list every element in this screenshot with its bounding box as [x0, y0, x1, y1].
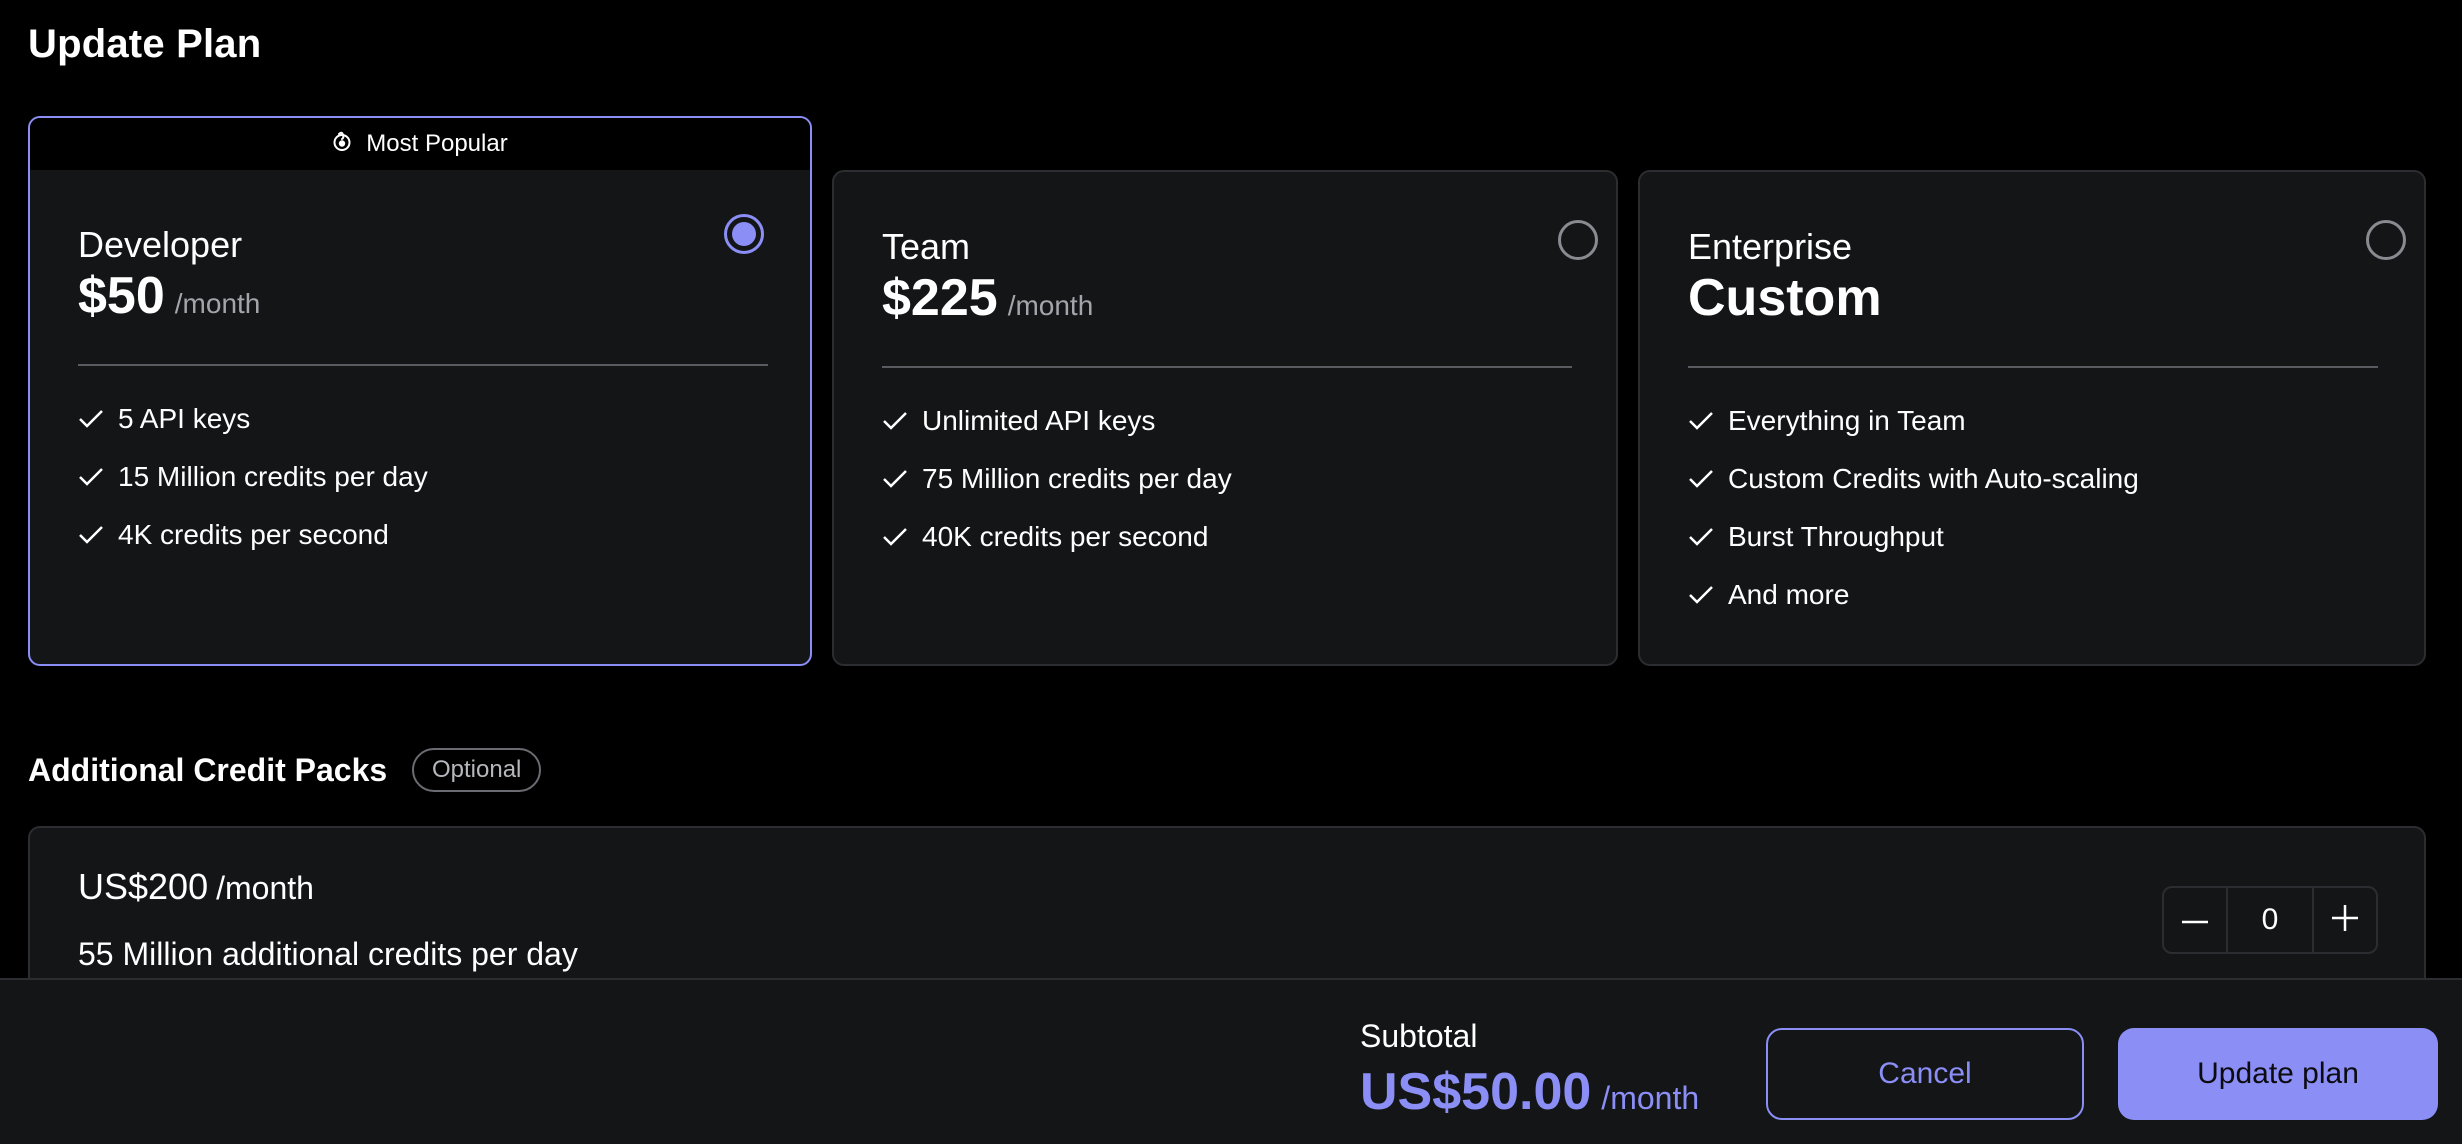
plan-radio-developer[interactable]	[724, 214, 764, 254]
pack-price: US$200	[78, 866, 209, 907]
plan-cards: Most Popular Developer $50 /month 5 API …	[28, 116, 2426, 666]
check-icon	[882, 527, 922, 547]
divider	[882, 366, 1572, 368]
cancel-button[interactable]: Cancel	[1766, 1028, 2084, 1120]
check-icon	[1688, 469, 1728, 489]
feature-item: 75 Million credits per day	[882, 450, 1232, 508]
divider	[78, 364, 768, 366]
feature-item: And more	[1688, 566, 2139, 624]
feature-item: 4K credits per second	[78, 506, 428, 564]
subtotal-label: Subtotal	[1360, 1018, 1478, 1054]
increment-button[interactable]	[2314, 888, 2376, 952]
footer-bar: Subtotal US$50.00 /month Cancel Update p…	[0, 978, 2462, 1144]
check-icon	[78, 525, 118, 545]
decrement-button[interactable]	[2164, 888, 2226, 952]
update-plan-button[interactable]: Update plan	[2118, 1028, 2438, 1120]
pack-period: /month	[216, 870, 314, 906]
plan-period: /month	[174, 288, 261, 319]
additional-credit-packs-title: Additional Credit Packs	[28, 752, 388, 788]
check-icon	[78, 467, 118, 487]
plan-radio-enterprise[interactable]	[2366, 220, 2406, 260]
divider	[1688, 366, 2378, 368]
pack-price-row: US$200 /month	[78, 866, 314, 908]
feature-list: Everything in Team Custom Credits with A…	[1688, 392, 2139, 624]
feature-list: Unlimited API keys 75 Million credits pe…	[882, 392, 1232, 566]
flame-icon	[332, 130, 352, 159]
feature-item: Everything in Team	[1688, 392, 2139, 450]
plan-name: Team	[882, 226, 971, 267]
plan-price-row: $50 /month	[78, 266, 260, 326]
plan-price: Custom	[1688, 269, 1882, 327]
check-icon	[882, 411, 922, 431]
subtotal-row: US$50.00 /month	[1360, 1062, 1699, 1122]
plan-price-row: Custom	[1688, 268, 1882, 328]
plan-card-developer[interactable]: Most Popular Developer $50 /month 5 API …	[28, 116, 812, 666]
feature-item: 40K credits per second	[882, 508, 1232, 566]
plan-name: Enterprise	[1688, 226, 1853, 267]
plan-price-row: $225 /month	[882, 268, 1093, 328]
most-popular-label: Most Popular	[366, 130, 508, 157]
optional-badge: Optional	[412, 748, 542, 792]
check-icon	[882, 469, 922, 489]
feature-item: Custom Credits with Auto-scaling	[1688, 450, 2139, 508]
quantity-input[interactable]: 0	[2226, 888, 2314, 952]
feature-list: 5 API keys 15 Million credits per day 4K…	[78, 390, 428, 564]
subtotal-amount: US$50.00	[1360, 1063, 1592, 1121]
plan-card-team[interactable]: Team $225 /month Unlimited API keys 75 M…	[832, 170, 1618, 666]
feature-item: Burst Throughput	[1688, 508, 2139, 566]
plan-card-enterprise[interactable]: Enterprise Custom Everything in Team Cus…	[1638, 170, 2426, 666]
plan-period: /month	[1007, 290, 1094, 321]
feature-item: 15 Million credits per day	[78, 448, 428, 506]
plus-icon	[2332, 904, 2358, 936]
feature-item: Unlimited API keys	[882, 392, 1232, 450]
quantity-stepper: 0	[2162, 886, 2378, 954]
minus-icon	[2182, 911, 2208, 929]
pack-description: 55 Million additional credits per day	[78, 936, 578, 972]
most-popular-banner: Most Popular	[30, 118, 810, 170]
plan-radio-team[interactable]	[1558, 220, 1598, 260]
check-icon	[1688, 585, 1728, 605]
plan-name: Developer	[78, 224, 243, 265]
check-icon	[1688, 527, 1728, 547]
feature-item: 5 API keys	[78, 390, 428, 448]
page-title: Update Plan	[28, 22, 262, 66]
plan-price: $50	[78, 267, 165, 325]
subtotal-period: /month	[1601, 1080, 1700, 1116]
check-icon	[78, 409, 118, 429]
plan-price: $225	[882, 269, 998, 327]
check-icon	[1688, 411, 1728, 431]
